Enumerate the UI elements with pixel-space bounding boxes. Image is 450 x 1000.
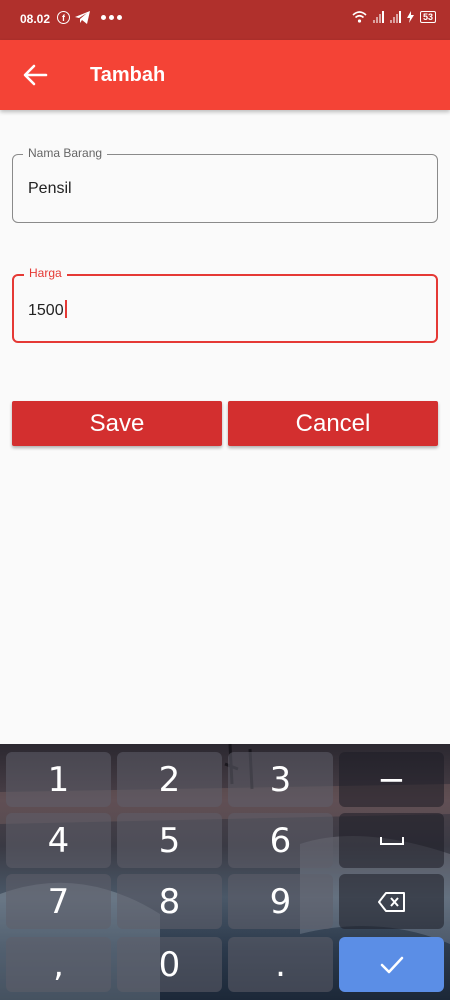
check-icon [380, 956, 403, 973]
key-8[interactable]: 8 [117, 874, 222, 929]
period-key[interactable]: . [228, 937, 333, 992]
price-field-value: 1500 [28, 302, 64, 319]
name-field-value: Pensil [28, 180, 72, 197]
backspace-key[interactable] [339, 874, 444, 929]
status-bar: 08.02 f 53 [0, 0, 450, 40]
price-field-label: Harga [24, 266, 67, 280]
app-bar: Tambah [0, 40, 450, 110]
status-time: 08.02 [20, 12, 51, 26]
key-3[interactable]: 3 [228, 752, 333, 807]
telegram-icon [75, 11, 90, 24]
key-2[interactable]: 2 [117, 752, 222, 807]
battery-icon: 53 [419, 11, 436, 23]
numeric-keyboard: 1 2 3 − 4 5 6 7 8 9 , 0 . [0, 744, 450, 1000]
facebook-icon: f [57, 11, 70, 24]
page-title: Tambah [90, 64, 166, 86]
key-6[interactable]: 6 [228, 813, 333, 868]
price-field[interactable]: Harga 1500 [12, 266, 438, 343]
space-key[interactable] [339, 813, 444, 868]
charging-icon [406, 11, 414, 23]
name-field[interactable]: Nama Barang Pensil [12, 146, 438, 223]
cancel-button[interactable]: Cancel [228, 401, 438, 446]
key-1[interactable]: 1 [6, 752, 111, 807]
more-dots-icon [101, 15, 122, 20]
arrow-left-icon[interactable] [22, 63, 48, 87]
signal-icon [389, 11, 401, 23]
done-key[interactable] [339, 937, 444, 992]
text-cursor [64, 300, 67, 318]
space-icon [379, 836, 404, 845]
name-field-label: Nama Barang [23, 146, 108, 160]
key-5[interactable]: 5 [117, 813, 222, 868]
key-4[interactable]: 4 [6, 813, 111, 868]
save-button[interactable]: Save [12, 401, 222, 446]
signal-icon [372, 11, 384, 23]
key-9[interactable]: 9 [228, 874, 333, 929]
backspace-icon [377, 891, 405, 912]
key-0[interactable]: 0 [117, 937, 222, 992]
key-7[interactable]: 7 [6, 874, 111, 929]
minus-key[interactable]: − [339, 752, 444, 807]
comma-key[interactable]: , [6, 937, 111, 992]
wifi-icon [352, 11, 367, 23]
